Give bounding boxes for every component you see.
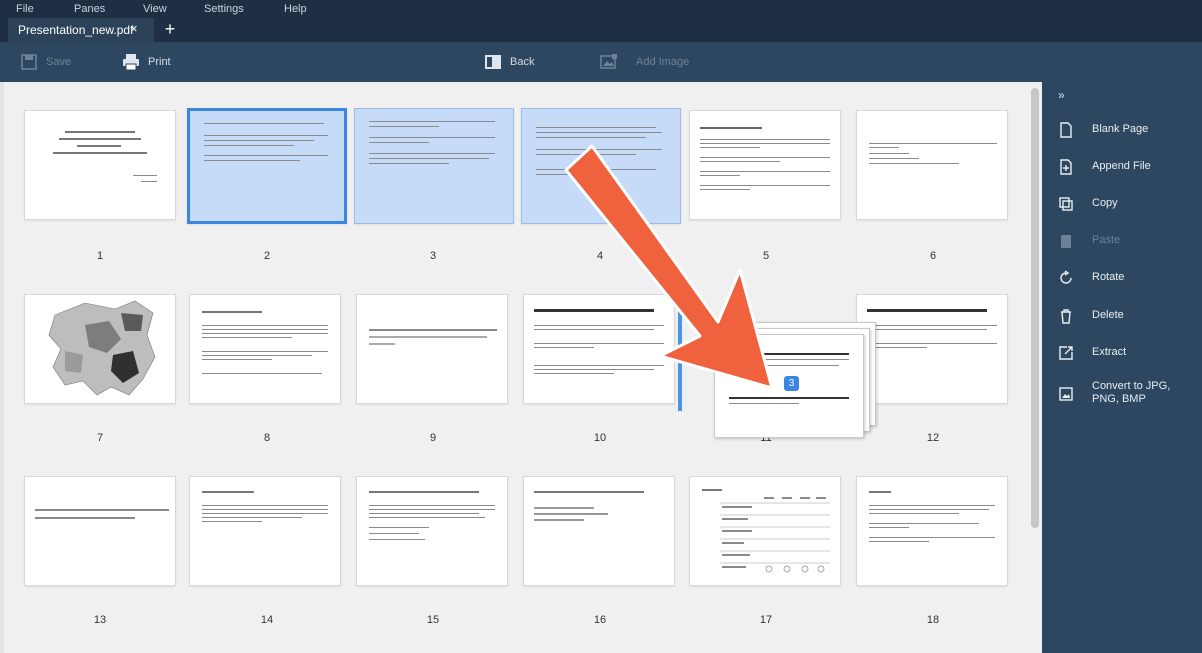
delete-button[interactable]: Delete: [1056, 306, 1196, 328]
actions-sidebar: » Blank Page Append File Copy Paste Rota…: [1042, 82, 1202, 653]
collapse-panel-icon[interactable]: »: [1058, 88, 1065, 102]
delete-label: Delete: [1092, 309, 1124, 321]
append-file-label: Append File: [1092, 160, 1151, 172]
rotate-icon: [1060, 270, 1072, 284]
copy-icon: [1059, 197, 1073, 211]
convert-to-image-button[interactable]: Convert to JPG, PNG, BMP: [1056, 380, 1196, 414]
rotate-label: Rotate: [1092, 271, 1125, 283]
pdf-page-organizer: File Panes View Settings Help Presentati…: [0, 0, 1202, 653]
trash-icon: [1061, 309, 1071, 324]
convert-label-line2: PNG, BMP: [1092, 393, 1146, 405]
rotate-button[interactable]: Rotate: [1056, 268, 1196, 290]
blank-page-icon: [1060, 122, 1072, 138]
paste-icon: [1061, 235, 1071, 248]
copy-label: Copy: [1092, 197, 1118, 209]
extract-button[interactable]: Extract: [1056, 343, 1196, 365]
paste-button[interactable]: Paste: [1056, 231, 1196, 253]
extract-icon: [1059, 346, 1073, 360]
copy-button[interactable]: Copy: [1056, 194, 1196, 216]
blank-page-button[interactable]: Blank Page: [1056, 120, 1196, 142]
blank-page-label: Blank Page: [1092, 123, 1149, 135]
extract-label: Extract: [1092, 346, 1127, 358]
append-file-icon: [1060, 159, 1072, 175]
convert-label-line1: Convert to JPG,: [1092, 380, 1171, 392]
append-file-button[interactable]: Append File: [1056, 157, 1196, 179]
image-convert-icon: [1059, 387, 1073, 401]
paste-label: Paste: [1092, 234, 1121, 246]
grid-scrollbar[interactable]: [1031, 88, 1039, 528]
drag-direction-arrow-icon: [564, 144, 774, 390]
